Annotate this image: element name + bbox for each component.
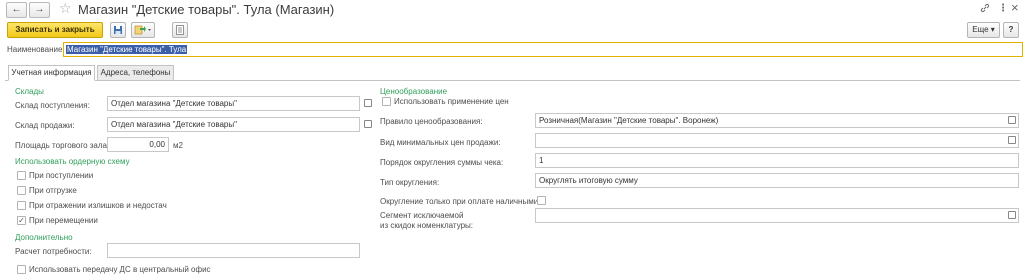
receipt-warehouse-label: Склад поступления: bbox=[15, 101, 90, 110]
pricing-rule-label: Правило ценообразования: bbox=[380, 117, 483, 126]
on-surplus-label: При отражении излишков и недостач bbox=[29, 201, 167, 210]
create-based-on-button[interactable] bbox=[131, 22, 155, 38]
link-icon[interactable] bbox=[980, 3, 990, 16]
save-and-close-button[interactable]: Записать и закрыть bbox=[7, 22, 103, 38]
more-button[interactable]: Еще ▾ bbox=[967, 22, 1000, 38]
on-shipment-label: При отгрузке bbox=[29, 186, 77, 195]
segment-field[interactable] bbox=[535, 208, 1019, 223]
sales-warehouse-value: Отдел магазина "Детские товары" bbox=[111, 120, 237, 129]
order-scheme-section-title: Использовать ордерную схему bbox=[15, 157, 130, 166]
more-button-label: Еще bbox=[972, 25, 989, 34]
area-label: Площадь торгового зала: bbox=[15, 141, 110, 150]
rounding-type-label: Тип округления: bbox=[380, 178, 440, 187]
pricing-section-title: Ценообразование bbox=[380, 87, 448, 96]
save-icon bbox=[114, 26, 122, 34]
receipt-warehouse-field[interactable]: Отдел магазина "Детские товары" bbox=[107, 96, 360, 111]
chevron-down-icon: ▾ bbox=[990, 25, 995, 34]
rounding-order-field[interactable]: 1 bbox=[535, 153, 1019, 168]
open-icon[interactable] bbox=[1008, 116, 1016, 124]
rounding-type-field[interactable]: Округлять итоговую сумму bbox=[535, 173, 1019, 188]
segment-label-line2: из скидок номенклатуры: bbox=[380, 221, 474, 230]
area-input[interactable]: 0,00 bbox=[107, 137, 169, 152]
name-label: Наименование: bbox=[7, 45, 65, 54]
checkmark-icon: ✓ bbox=[18, 216, 25, 225]
report-icon bbox=[176, 25, 184, 35]
create-based-icon bbox=[134, 25, 151, 35]
cash-only-checkbox[interactable] bbox=[537, 196, 546, 205]
tab-accounting-info[interactable]: Учетная информация bbox=[8, 65, 95, 81]
on-receipt-checkbox[interactable] bbox=[17, 171, 26, 180]
area-unit: м2 bbox=[173, 141, 183, 150]
arrow-left-icon: ← bbox=[11, 4, 22, 15]
on-shipment-checkbox[interactable] bbox=[17, 186, 26, 195]
help-button[interactable]: ? bbox=[1003, 22, 1019, 38]
area-value: 0,00 bbox=[149, 140, 165, 149]
sales-warehouse-field[interactable]: Отдел магазина "Детские товары" bbox=[107, 117, 360, 132]
forward-button[interactable]: → bbox=[29, 2, 50, 18]
open-icon[interactable] bbox=[1008, 211, 1016, 219]
open-icon[interactable] bbox=[364, 99, 372, 107]
on-transfer-checkbox[interactable]: ✓ bbox=[17, 216, 26, 225]
pricing-rule-value: Розничная(Магазин "Детские товары". Воро… bbox=[539, 116, 719, 125]
open-icon[interactable] bbox=[364, 120, 372, 128]
rounding-order-value: 1 bbox=[539, 156, 544, 165]
report-button[interactable] bbox=[172, 22, 188, 38]
rounding-order-label: Порядок округления суммы чека: bbox=[380, 158, 504, 167]
min-price-type-field[interactable] bbox=[535, 133, 1019, 148]
warehouses-section-title: Склады bbox=[15, 87, 44, 96]
more-menu-icon[interactable]: ⋮ bbox=[998, 3, 1008, 14]
save-button[interactable] bbox=[110, 22, 126, 38]
min-price-type-label: Вид минимальных цен продажи: bbox=[380, 138, 501, 147]
receipt-warehouse-value: Отдел магазина "Детские товары" bbox=[111, 99, 237, 108]
use-prices-checkbox[interactable] bbox=[382, 97, 391, 106]
name-input-value: Магазин "Детские товары". Тула bbox=[66, 45, 188, 54]
pricing-rule-field[interactable]: Розничная(Магазин "Детские товары". Воро… bbox=[535, 113, 1019, 128]
tab-addresses-phones[interactable]: Адреса, телефоны bbox=[97, 65, 174, 81]
on-receipt-label: При поступлении bbox=[29, 171, 94, 180]
use-prices-label: Использовать применение цен bbox=[394, 97, 509, 106]
back-button[interactable]: ← bbox=[6, 2, 27, 18]
transfer-to-office-label: Использовать передачу ДС в центральный о… bbox=[29, 265, 211, 274]
needs-calc-label: Расчет потребности: bbox=[15, 247, 92, 256]
segment-label-line1: Сегмент исключаемой bbox=[380, 211, 464, 220]
link-icon-svg bbox=[980, 3, 990, 13]
needs-calc-field[interactable] bbox=[107, 243, 360, 258]
on-surplus-checkbox[interactable] bbox=[17, 201, 26, 210]
transfer-to-office-checkbox[interactable] bbox=[17, 265, 26, 274]
close-icon[interactable]: × bbox=[1011, 0, 1019, 15]
name-input[interactable]: Магазин "Детские товары". Тула bbox=[63, 42, 1023, 57]
arrow-right-icon: → bbox=[34, 4, 45, 15]
star-icon[interactable]: ☆ bbox=[59, 0, 72, 17]
cash-only-label: Округление только при оплате наличными: bbox=[380, 197, 541, 206]
additional-section-title: Дополнительно bbox=[15, 233, 73, 242]
sales-warehouse-label: Склад продажи: bbox=[15, 121, 75, 130]
on-transfer-label: При перемещении bbox=[29, 216, 98, 225]
open-icon[interactable] bbox=[1008, 136, 1016, 144]
page-title: Магазин "Детские товары". Тула (Магазин) bbox=[78, 2, 335, 17]
rounding-type-value: Округлять итоговую сумму bbox=[539, 176, 638, 185]
